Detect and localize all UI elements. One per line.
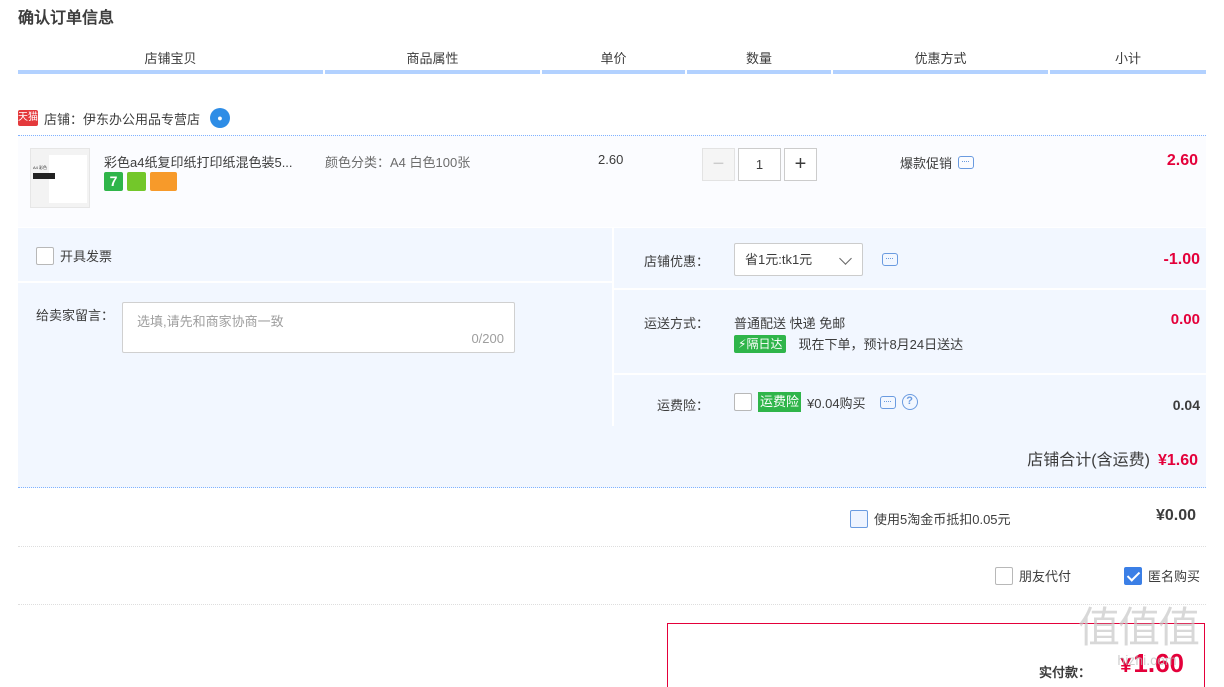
shop-discount-amount: -1.00 <box>1163 251 1200 268</box>
item-row: A4 彩色 彩色a4纸复印纸打印纸混色装5... 7 颜色分类：A4 白色100… <box>18 135 1206 227</box>
quantity-stepper: − 1 + <box>702 148 817 181</box>
message-label: 给卖家留言： <box>36 308 115 323</box>
item-thumbnail[interactable]: A4 彩色 <box>30 148 90 208</box>
column-header-quantity: 数量 <box>687 50 831 74</box>
column-header-price: 单价 <box>542 50 685 74</box>
coin-label: 使用5淘金币抵扣0.05元 <box>874 512 1011 527</box>
promo-comment-icon[interactable] <box>958 156 975 169</box>
insurance-option: 运费险 ¥0.04购买 ? <box>734 392 918 412</box>
promotion: 爆款促销 <box>900 153 975 172</box>
delivery-info: ⚡隔日达 现在下单，预计8月24日送达 <box>734 334 963 353</box>
shipping-method: 普通配送 快递 免邮 <box>734 316 846 331</box>
help-icon[interactable]: ? <box>901 394 918 410</box>
insurance-comment-icon[interactable] <box>879 395 896 409</box>
insurance-checkbox[interactable] <box>734 393 752 411</box>
column-header-shop-item: 店铺宝贝 <box>18 50 323 74</box>
invoice-checkbox[interactable] <box>36 246 54 265</box>
shop-discount-selected: 省1元:tk1元 <box>745 252 813 267</box>
friend-pay-label: 朋友代付 <box>1019 569 1072 584</box>
credit-card-icon <box>150 172 177 191</box>
tmall-badge-icon: 天猫 <box>18 110 38 126</box>
wangwang-chat-icon[interactable]: ● <box>210 108 231 128</box>
discount-comment-icon[interactable] <box>882 253 898 266</box>
next-day-badge: ⚡隔日达 <box>734 334 787 353</box>
shop-total-label: 店铺合计(含运费) <box>1027 452 1150 469</box>
invoice-option[interactable]: 开具发票 <box>36 246 112 265</box>
anonymous-checkbox[interactable] <box>1124 566 1142 585</box>
friend-pay-checkbox[interactable] <box>995 566 1013 585</box>
message-textarea[interactable]: 选填,请先和商家协商一致 0/200 <box>122 302 515 353</box>
promotion-label: 爆款促销 <box>900 156 953 171</box>
shop-name-link[interactable]: 店铺：伊东办公用品专营店 <box>44 109 200 128</box>
seven-day-return-icon: 7 <box>104 172 123 191</box>
buyer-options: 开具发票 给卖家留言： 选填,请先和商家协商一致 0/200 <box>18 228 612 426</box>
shop-discount-select[interactable]: 省1元:tk1元 <box>734 243 863 276</box>
quantity-increase-button[interactable]: + <box>784 148 817 181</box>
service-guarantee-icon <box>127 172 146 191</box>
column-header-discount: 优惠方式 <box>833 50 1048 74</box>
coin-checkbox[interactable] <box>850 509 868 528</box>
item-attribute: 颜色分类：A4 白色100张 <box>325 155 471 170</box>
insurance-label: 运费险： <box>656 398 709 413</box>
shop-options: 店铺优惠： 省1元:tk1元 -1.00 运送方式： 普通配送 快递 免邮 ⚡隔… <box>612 228 1206 426</box>
item-unit-price: 2.60 <box>598 152 624 167</box>
chevron-down-icon <box>839 252 852 265</box>
anonymous-label: 匿名购买 <box>1148 569 1201 584</box>
order-options: 开具发票 给卖家留言： 选填,请先和商家协商一致 0/200 店铺优惠： 省1元… <box>18 228 1206 488</box>
insurance-price: ¥0.04购买 <box>807 395 866 411</box>
watermark-logo: 值值值 hizhi.com <box>1078 603 1200 669</box>
coin-option[interactable]: 使用5淘金币抵扣0.05元 <box>850 509 1011 528</box>
service-icons: 7 <box>104 172 177 191</box>
quantity-decrease-button[interactable]: − <box>702 148 735 181</box>
column-header-subtotal: 小计 <box>1050 50 1206 74</box>
quantity-input[interactable]: 1 <box>738 148 781 181</box>
shop-line: 天猫 店铺：伊东办公用品专营店 ● <box>18 108 231 128</box>
shipping-amount: 0.00 <box>1170 311 1200 328</box>
coin-row: 使用5淘金币抵扣0.05元 ¥0.00 <box>18 489 1206 547</box>
item-title-link[interactable]: 彩色a4纸复印纸打印纸混色装5... <box>104 152 318 171</box>
friend-pay-option[interactable]: 朋友代付 <box>995 566 1071 585</box>
payment-options-row: 朋友代付 匿名购买 <box>18 548 1206 605</box>
shipping-label: 运送方式： <box>643 316 709 331</box>
column-header-attributes: 商品属性 <box>325 50 540 74</box>
insurance-amount: 0.04 <box>1172 397 1200 413</box>
shop-discount-label: 店铺优惠： <box>643 254 709 269</box>
invoice-label: 开具发票 <box>60 249 113 264</box>
delivery-estimate: 现在下单，预计8月24日送达 <box>798 337 964 352</box>
message-char-count: 0/200 <box>471 331 504 346</box>
anonymous-option[interactable]: 匿名购买 <box>1124 566 1200 585</box>
shop-total: 店铺合计(含运费) ¥1.60 <box>1027 446 1198 470</box>
page-title: 确认订单信息 <box>18 10 115 27</box>
message-placeholder: 选填,请先和商家协商一致 <box>137 314 284 329</box>
shop-total-value: ¥1.60 <box>1157 452 1198 469</box>
item-subtotal: 2.60 <box>1166 152 1198 169</box>
coin-value: ¥0.00 <box>1155 507 1196 524</box>
insurance-badge: 运费险 <box>758 392 802 412</box>
